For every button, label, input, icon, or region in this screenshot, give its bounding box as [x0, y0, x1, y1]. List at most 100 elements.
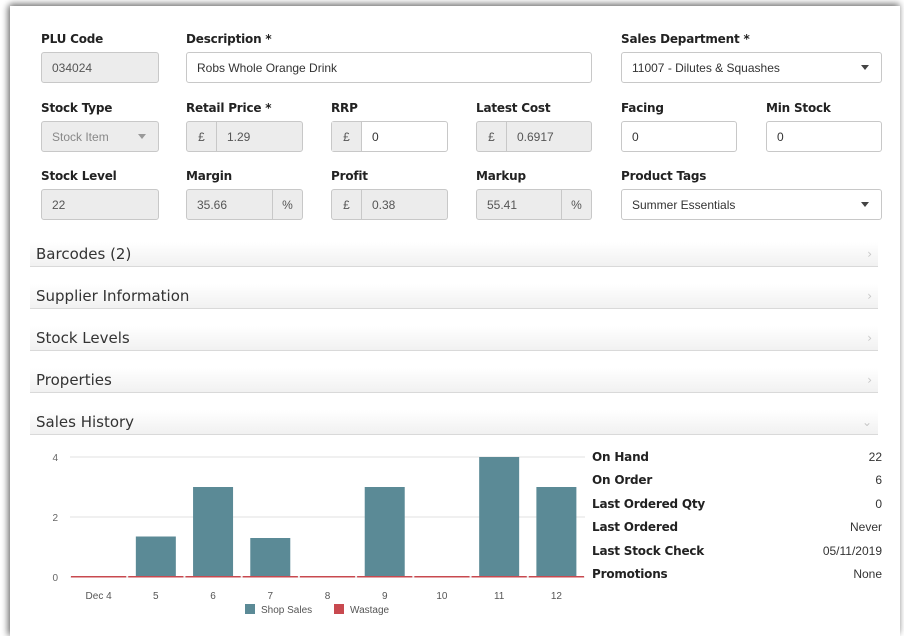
- profit-field[interactable]: £ 0.38: [331, 189, 448, 220]
- legend-label: Shop Sales: [261, 605, 312, 616]
- sales-history-chart: 0 2 4 Dec 4 5 6 7 8 9 10 11 12 Shop Sales Wastage: [52, 453, 585, 616]
- plu-code-label: PLU Code: [41, 32, 104, 46]
- x-tick-label: 11: [494, 591, 505, 602]
- retail-price-label: Retail Price *: [186, 101, 272, 115]
- stat-value: 0: [875, 496, 882, 511]
- x-tick-label: 12: [551, 591, 563, 602]
- sales-bar: [193, 487, 234, 577]
- chevron-down-icon: [138, 134, 146, 139]
- stock-type-label: Stock Type: [41, 101, 113, 115]
- product-tags-select[interactable]: Summer Essentials: [621, 189, 882, 220]
- retail-price-value: 1.29: [227, 129, 251, 144]
- profit-value: 0.38: [372, 197, 396, 212]
- wastage-bar: [357, 576, 413, 578]
- y-tick-label: 4: [52, 453, 58, 464]
- section-title: Stock Levels: [36, 329, 130, 347]
- facing-label: Facing: [621, 101, 664, 115]
- retail-price-field[interactable]: £ 1.29: [186, 121, 303, 152]
- sales-bar: [536, 487, 577, 577]
- stat-value: 22: [868, 449, 882, 464]
- profit-label: Profit: [331, 169, 368, 183]
- stock-type-select[interactable]: Stock Item: [41, 121, 159, 152]
- latest-cost-label: Latest Cost: [476, 101, 551, 115]
- rrp-label: RRP: [331, 101, 358, 115]
- wastage-bar: [71, 576, 127, 578]
- chevron-right-icon: ›: [867, 373, 872, 387]
- legend-label: Wastage: [350, 605, 390, 616]
- chevron-down-icon: ⌄: [861, 415, 872, 429]
- markup-field[interactable]: 55.41 %: [476, 189, 592, 220]
- wastage-bar: [128, 576, 184, 578]
- y-tick-label: 0: [52, 573, 58, 584]
- x-tick-label: 6: [210, 591, 216, 602]
- latest-cost-value: 0.6917: [517, 129, 554, 144]
- stat-label: Promotions: [592, 567, 668, 582]
- stat-row-last-ordered-qty: Last Ordered Qty 0: [592, 492, 882, 516]
- margin-label: Margin: [186, 169, 233, 183]
- stat-value: 6: [875, 473, 882, 488]
- sales-bar: [479, 457, 520, 577]
- markup-value: 55.41: [487, 197, 518, 212]
- x-tick-label: 9: [382, 591, 388, 602]
- chevron-down-icon: [861, 202, 869, 207]
- rrp-field[interactable]: £ 0: [331, 121, 448, 152]
- sales-department-value: 11007 - Dilutes & Squashes: [632, 60, 780, 75]
- chevron-right-icon: ›: [867, 289, 872, 303]
- section-title: Barcodes (2): [36, 245, 132, 263]
- stat-row-last-stock-check: Last Stock Check 05/11/2019: [592, 539, 882, 563]
- stock-type-value: Stock Item: [52, 129, 109, 144]
- markup-label: Markup: [476, 169, 526, 183]
- stat-row-on-order: On Order 6: [592, 469, 882, 493]
- stat-row-last-ordered: Last Ordered Never: [592, 516, 882, 540]
- facing-field[interactable]: 0: [621, 121, 737, 152]
- product-tags-label: Product Tags: [621, 169, 707, 183]
- x-tick-label: 5: [153, 591, 159, 602]
- wastage-bar: [185, 576, 241, 578]
- stat-value: Never: [849, 520, 882, 535]
- section-stock-levels[interactable]: Stock Levels ›: [30, 326, 878, 351]
- description-label: Description *: [186, 32, 272, 46]
- sales-bar: [364, 487, 405, 577]
- latest-cost-field[interactable]: £ 0.6917: [476, 121, 592, 152]
- section-title: Sales History: [36, 413, 135, 431]
- wastage-bar: [471, 576, 527, 578]
- stat-label: Last Ordered: [592, 520, 678, 535]
- min-stock-field[interactable]: 0: [766, 121, 882, 152]
- stat-label: Last Stock Check: [592, 543, 705, 558]
- chevron-right-icon: ›: [867, 247, 872, 261]
- percent-addon: %: [272, 190, 302, 219]
- currency-addon: £: [187, 122, 217, 151]
- currency-addon: £: [332, 122, 362, 151]
- legend-swatch: [245, 604, 255, 614]
- sales-bar: [135, 536, 176, 577]
- stat-label: Last Ordered Qty: [592, 496, 706, 511]
- legend-swatch: [334, 604, 344, 614]
- plu-code-field[interactable]: 034024: [41, 52, 159, 83]
- section-supplier-information[interactable]: Supplier Information ›: [30, 284, 878, 309]
- x-tick-label: Dec 4: [86, 591, 113, 602]
- currency-addon: £: [332, 190, 362, 219]
- currency-addon: £: [477, 122, 507, 151]
- sales-department-label: Sales Department *: [621, 32, 750, 46]
- stat-row-on-hand: On Hand 22: [592, 445, 882, 469]
- stock-summary: On Hand 22 On Order 6 Last Ordered Qty 0…: [592, 445, 882, 586]
- stat-value: 05/11/2019: [822, 543, 882, 558]
- margin-value: 35.66: [197, 197, 228, 212]
- x-tick-label: 7: [267, 591, 273, 602]
- stat-value: None: [853, 567, 882, 582]
- section-properties[interactable]: Properties ›: [30, 368, 878, 393]
- section-title: Supplier Information: [36, 287, 190, 305]
- section-barcodes[interactable]: Barcodes (2) ›: [30, 242, 878, 267]
- rrp-value: 0: [372, 129, 379, 144]
- stock-level-field[interactable]: 22: [41, 189, 159, 220]
- wastage-bar: [299, 576, 356, 578]
- sales-department-select[interactable]: 11007 - Dilutes & Squashes: [621, 52, 882, 83]
- margin-field[interactable]: 35.66 %: [186, 189, 303, 220]
- percent-addon: %: [561, 190, 591, 219]
- wastage-bar: [528, 576, 584, 578]
- wastage-bar: [242, 576, 298, 578]
- x-tick-label: 10: [436, 591, 448, 602]
- description-field[interactable]: Robs Whole Orange Drink: [186, 52, 592, 83]
- section-sales-history[interactable]: Sales History ⌄: [30, 410, 878, 435]
- sales-bar: [250, 538, 291, 577]
